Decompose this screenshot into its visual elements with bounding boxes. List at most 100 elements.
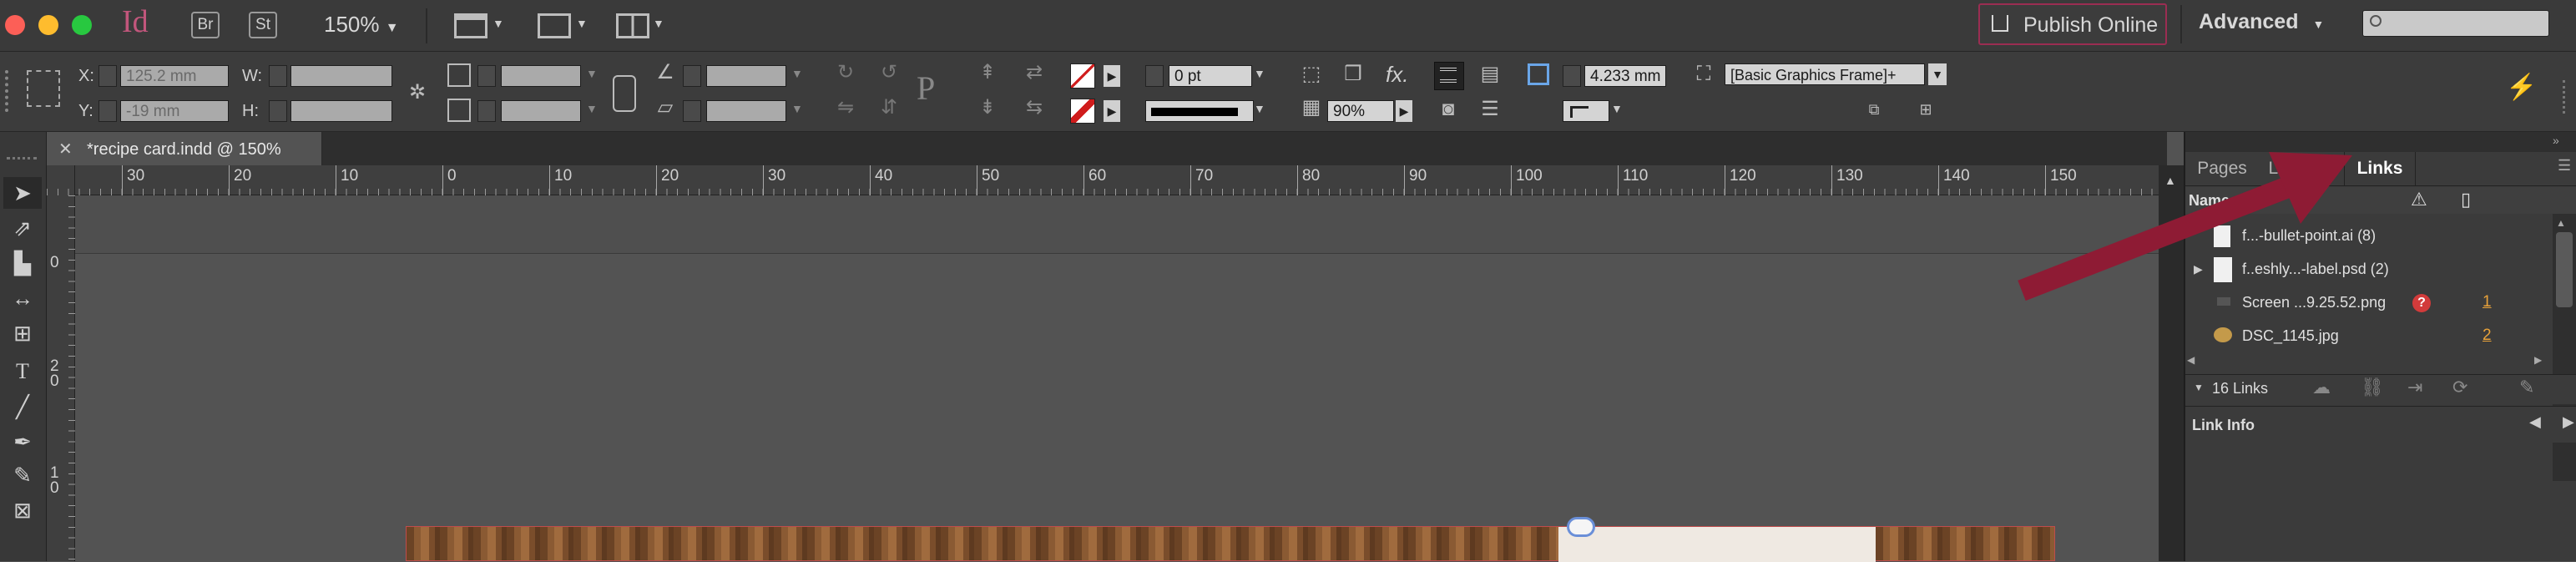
text-wrap-bounding-icon[interactable]: ▤ — [1476, 62, 1504, 87]
object-style-select[interactable]: [Basic Graphics Frame]+ — [1725, 63, 1925, 85]
scale-x-stepper[interactable] — [477, 65, 496, 87]
select-container-icon[interactable]: ⇞ — [973, 60, 1002, 85]
scale-y-stepper[interactable] — [477, 100, 496, 122]
rotation-stepper[interactable] — [683, 65, 701, 87]
clear-style-icon[interactable]: ⊞ — [1912, 97, 1940, 122]
select-next-icon[interactable]: ⇆ — [1020, 95, 1048, 120]
pasteboard[interactable] — [75, 195, 2159, 562]
x-field[interactable]: 125.2 mm — [120, 65, 229, 87]
list-item[interactable]: ▶ f..eshly...-label.psd (2) — [2184, 252, 2568, 286]
stroke-weight-field[interactable]: 0 pt — [1169, 65, 1252, 87]
view-options-icon[interactable] — [454, 13, 487, 38]
auto-fit-icon[interactable] — [1528, 63, 1549, 85]
rotate-ccw-icon[interactable]: ↺ — [875, 60, 903, 85]
close-window-button[interactable] — [5, 15, 25, 35]
screen-mode-icon[interactable] — [538, 13, 571, 38]
relink-icon[interactable]: ⛓ — [2361, 377, 2384, 398]
next-link-icon[interactable]: ▶ — [2563, 413, 2574, 431]
list-item[interactable]: f...-bullet-point.ai (8) — [2184, 219, 2568, 252]
text-wrap-jump-icon[interactable]: ☰ — [1476, 97, 1504, 122]
opacity-field[interactable]: 90% — [1327, 100, 1394, 122]
select-previous-icon[interactable]: ⇄ — [1020, 60, 1048, 85]
link-page-number[interactable]: 2 — [2483, 319, 2492, 352]
tab-layers[interactable]: Layers — [2259, 152, 2331, 185]
gap-tool-icon[interactable]: ↔ — [3, 282, 42, 314]
opacity-menu[interactable]: ▶ — [1396, 100, 1412, 122]
flip-vertical-icon[interactable]: ⇵ — [875, 95, 903, 120]
expand-icon[interactable]: ▶ — [2194, 252, 2203, 286]
y-field[interactable]: -19 mm — [120, 100, 229, 122]
rotate-cw-icon[interactable]: ↻ — [831, 60, 860, 85]
missing-link-icon[interactable]: ? — [2412, 294, 2431, 312]
text-wrap-none-button[interactable] — [1434, 62, 1464, 90]
arrange-documents-icon[interactable] — [616, 13, 649, 38]
width-stepper[interactable] — [269, 65, 287, 87]
content-grabber-icon[interactable] — [1567, 517, 1595, 537]
x-stepper[interactable] — [98, 65, 117, 87]
stroke-swatch[interactable] — [1070, 99, 1095, 124]
drop-shadow-icon[interactable]: ❒ — [1341, 62, 1366, 87]
link-page-number[interactable]: 1 — [2483, 286, 2492, 319]
search-input[interactable] — [2362, 10, 2549, 37]
corner-shape-select[interactable] — [1563, 100, 1609, 122]
chevron-down-icon[interactable]: ▼ — [2194, 382, 2204, 393]
offset-field[interactable]: 4.233 mm — [1584, 65, 1666, 87]
scroll-left-icon[interactable]: ◀ — [2187, 354, 2195, 366]
edit-original-icon[interactable]: ✎ — [2519, 377, 2534, 398]
height-field[interactable] — [290, 100, 392, 122]
effects-button[interactable]: fx. — [1386, 62, 1408, 88]
previous-link-icon[interactable]: ◀ — [2529, 413, 2541, 431]
tab-pages[interactable]: Pages — [2192, 152, 2252, 185]
scale-y-field[interactable] — [501, 100, 581, 122]
text-wrap-shape-icon[interactable]: ◙ — [1434, 97, 1462, 122]
link-info-header[interactable]: Link Info ◀ ▶ — [2185, 406, 2576, 443]
zoom-level-dropdown[interactable]: 150% ▼ — [324, 12, 399, 38]
list-item[interactable]: Screen ...9.25.52.png ? 1 — [2184, 286, 2568, 319]
height-stepper[interactable] — [269, 100, 287, 122]
object-style-menu[interactable]: ▼ — [1928, 63, 1947, 85]
quick-apply-icon[interactable]: ⚡ — [2506, 75, 2537, 100]
panel-menu-grip[interactable] — [2563, 80, 2565, 114]
stroke-weight-stepper[interactable] — [1145, 65, 1164, 87]
rectangle-frame-tool-icon[interactable]: ⊠ — [3, 494, 42, 526]
frame-fitting-icon[interactable]: ⬚ — [1299, 62, 1324, 87]
wood-background-image[interactable] — [406, 517, 2055, 562]
type-tool-icon[interactable]: T — [3, 356, 42, 387]
scroll-right-icon[interactable]: ▶ — [2534, 354, 2542, 366]
shear-field[interactable] — [706, 100, 786, 122]
workspace-switcher[interactable]: Advanced ▼ — [2199, 10, 2324, 34]
fill-swatch-menu[interactable]: ▶ — [1104, 65, 1120, 87]
scale-x-field[interactable] — [501, 65, 581, 87]
pen-tool-icon[interactable]: ✒ — [3, 426, 42, 458]
links-h-scrollbar[interactable]: ◀ ▶ — [2184, 354, 2551, 372]
selection-tool-icon[interactable]: ➤ — [3, 177, 42, 209]
list-item[interactable]: DSC_1145.jpg 2 — [2184, 319, 2568, 352]
content-collector-tool-icon[interactable]: ⊞ — [3, 317, 42, 349]
select-content-icon[interactable]: ⇟ — [973, 95, 1002, 120]
corner-options-icon[interactable]: P — [917, 68, 935, 108]
stroke-swatch-menu[interactable]: ▶ — [1104, 100, 1120, 122]
stroke-type-select[interactable] — [1145, 100, 1254, 122]
publish-online-button[interactable]: Publish Online — [1978, 3, 2167, 45]
update-link-icon[interactable]: ⟳ — [2452, 377, 2467, 398]
label-image[interactable] — [1558, 527, 1876, 562]
vertical-scrollbar[interactable]: ▲ — [2159, 165, 2184, 561]
name-column-header[interactable]: Name — [2189, 192, 2230, 210]
flip-horizontal-icon[interactable]: ⇋ — [831, 95, 860, 120]
cloud-icon[interactable]: ☁ — [2312, 377, 2331, 398]
rotation-field[interactable] — [706, 65, 786, 87]
fill-swatch[interactable] — [1070, 63, 1095, 89]
close-icon[interactable]: ✕ — [58, 139, 73, 159]
vertical-ruler[interactable]: 0 2 0 1 0 — [47, 195, 75, 561]
collapse-panel-icon[interactable]: » — [2553, 134, 2559, 147]
stock-button[interactable]: St — [249, 12, 277, 38]
shear-stepper[interactable] — [683, 100, 701, 122]
minimize-window-button[interactable] — [38, 15, 58, 35]
tab-links[interactable]: Links — [2344, 152, 2416, 185]
link-scale-icon[interactable] — [613, 75, 636, 112]
warning-icon[interactable]: ⚠ — [2411, 189, 2427, 210]
clear-overrides-icon[interactable]: ⧉ — [1861, 97, 1887, 122]
offset-stepper[interactable] — [1563, 65, 1581, 87]
page-tool-icon[interactable]: ▙ — [3, 247, 42, 279]
maximize-window-button[interactable] — [72, 15, 92, 35]
